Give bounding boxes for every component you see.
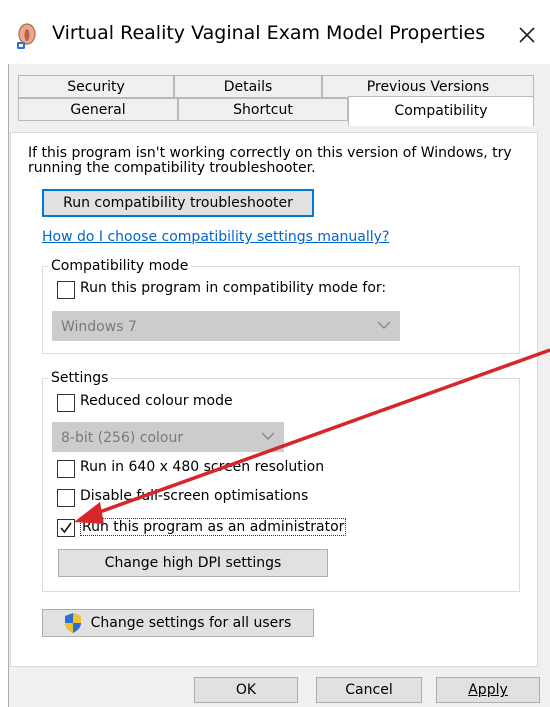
help-link[interactable]: How do I choose compatibility settings m… — [42, 229, 389, 245]
window-title: Virtual Reality Vaginal Exam Model Prope… — [52, 22, 486, 44]
close-icon — [519, 27, 535, 43]
res-640-label[interactable]: Run in 640 x 480 screen resolution — [80, 459, 324, 475]
change-dpi-button[interactable]: Change high DPI settings — [58, 549, 328, 577]
compat-mode-checkbox-label[interactable]: Run this program in compatibility mode f… — [80, 280, 386, 296]
run-as-admin-label[interactable]: Run this program as an administrator — [80, 518, 347, 536]
checkmark-icon — [60, 522, 72, 534]
fullscreen-opt-label[interactable]: Disable full-screen optimisations — [80, 488, 308, 504]
apply-button[interactable]: Apply — [436, 677, 540, 703]
chevron-down-icon — [377, 321, 391, 329]
change-all-users-button[interactable]: Change settings for all users — [42, 609, 314, 637]
change-all-users-label: Change settings for all users — [90, 615, 292, 631]
run-troubleshooter-button[interactable]: Run compatibility troubleshooter — [42, 189, 314, 217]
settings-label: Settings — [48, 370, 112, 386]
tab-shortcut[interactable]: Shortcut — [178, 98, 348, 121]
intro-text: If this program isn't working correctly … — [28, 145, 512, 176]
reduced-colour-label[interactable]: Reduced colour mode — [80, 393, 233, 409]
colour-depth-select-value: 8-bit (256) colour — [61, 430, 184, 446]
res-640-checkbox[interactable] — [57, 460, 75, 478]
cancel-button[interactable]: Cancel — [316, 677, 422, 703]
tab-compatibility[interactable]: Compatibility — [348, 96, 534, 126]
compatibility-mode-label: Compatibility mode — [48, 258, 192, 274]
fullscreen-opt-checkbox[interactable] — [57, 489, 75, 507]
tab-details[interactable]: Details — [174, 75, 322, 98]
compat-mode-checkbox[interactable] — [57, 281, 75, 299]
tab-general[interactable]: General — [18, 98, 178, 121]
close-button[interactable] — [510, 18, 544, 52]
reduced-colour-checkbox[interactable] — [57, 394, 75, 412]
shield-icon — [65, 613, 81, 633]
ok-button[interactable]: OK — [194, 677, 298, 703]
compat-mode-select: Windows 7 — [52, 311, 400, 341]
compat-mode-select-value: Windows 7 — [61, 319, 137, 335]
tab-security[interactable]: Security — [18, 75, 174, 98]
tab-previous-versions[interactable]: Previous Versions — [322, 75, 534, 98]
run-as-admin-checkbox[interactable] — [57, 519, 75, 537]
title-bar: Virtual Reality Vaginal Exam Model Prope… — [0, 0, 550, 64]
app-icon — [17, 23, 36, 49]
colour-depth-select: 8-bit (256) colour — [52, 422, 284, 452]
chevron-down-icon — [261, 432, 275, 440]
